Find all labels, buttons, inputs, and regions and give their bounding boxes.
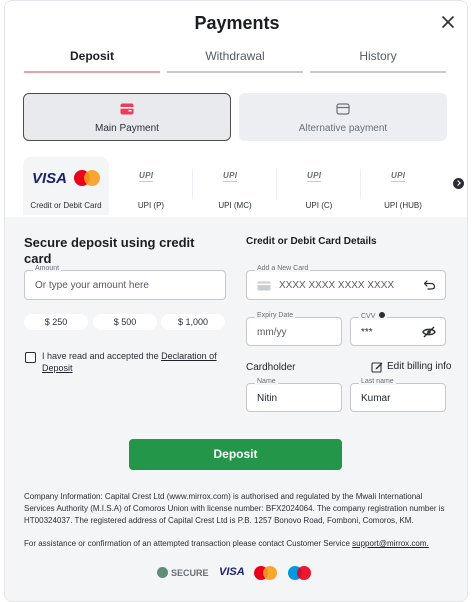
card-option-upi-c[interactable]: UPI UPI (C): [277, 157, 361, 215]
alternative-payment-label: Alternative payment: [298, 123, 388, 134]
cvv-label-wrap: CVV: [359, 312, 388, 320]
tab-underline: [167, 71, 303, 73]
tab-history-label: History: [359, 49, 397, 63]
last-name-field[interactable]: Last name Kumar: [350, 378, 446, 412]
expiry-date-placeholder: mm/yy: [257, 327, 287, 338]
deposit-button[interactable]: Deposit: [129, 439, 342, 470]
consent-checkbox[interactable]: [25, 352, 36, 363]
cvv-field[interactable]: CVV ***: [350, 312, 446, 346]
visa-logo: VISA: [219, 566, 245, 578]
card-option-upi-mc[interactable]: UPI UPI (MC): [193, 157, 277, 215]
amount-label: Amount: [33, 265, 62, 272]
undo-icon[interactable]: [423, 279, 436, 291]
tab-underline: [310, 71, 446, 73]
shield-icon: [157, 567, 168, 578]
amount-chip-1000[interactable]: $ 1,000: [161, 314, 225, 330]
upi-logo: UPI: [307, 171, 322, 182]
card-details-title: Credit or Debit Card Details: [246, 236, 377, 247]
page-title: Payments: [194, 13, 280, 33]
amount-placeholder: Or type your amount here: [35, 280, 149, 291]
company-info: Company Information: Capital Crest Ltd (…: [24, 492, 445, 525]
upi-logo: UPI: [139, 171, 154, 182]
support-info: For assistance or confirmation of an att…: [24, 538, 454, 550]
mastercard-icon: [74, 170, 100, 186]
amount-chip-500[interactable]: $ 500: [93, 314, 157, 330]
payment-method-selector: Main Payment Alternative payment: [5, 77, 467, 153]
card-number-placeholder: XXXX XXXX XXXX XXXX: [279, 280, 395, 291]
consent-text: I have read and accepted the Declaration…: [42, 350, 222, 374]
close-icon[interactable]: [439, 13, 457, 31]
upi-logo: UPI: [391, 171, 406, 182]
tab-underline: [24, 71, 160, 73]
cardholder-label: Cardholder: [246, 362, 296, 373]
card-option-upi-p[interactable]: UPI UPI (P): [109, 157, 193, 215]
secure-badge: SECURE: [157, 567, 209, 578]
tab-bar: Deposit Withdrawal History: [5, 43, 467, 77]
edit-billing-label: Edit billing info: [387, 361, 452, 372]
last-name-value: Kumar: [361, 393, 391, 404]
credit-card-icon: [257, 281, 271, 291]
card-option-label: UPI (HUB): [384, 201, 422, 210]
cvv-label: CVV: [361, 313, 376, 320]
visa-logo: VISA: [32, 170, 68, 187]
card-option-label: UPI (P): [137, 201, 165, 210]
carousel-next-icon[interactable]: [453, 178, 464, 189]
payments-modal: Payments Deposit Withdrawal History Main…: [4, 0, 468, 602]
deposit-section-title: Secure deposit using credit card: [24, 235, 195, 266]
info-icon[interactable]: [379, 312, 386, 318]
amount-field[interactable]: Amount Or type your amount here: [24, 265, 226, 300]
tab-deposit[interactable]: Deposit: [24, 49, 160, 73]
alternative-payment-button[interactable]: Alternative payment: [239, 93, 447, 141]
cvv-value: ***: [361, 327, 373, 338]
tab-withdrawal[interactable]: Withdrawal: [167, 49, 303, 73]
tab-history[interactable]: History: [310, 49, 446, 73]
card-number-label: Add a New Card: [255, 265, 311, 272]
first-name-label: Name: [255, 378, 278, 385]
amount-chip-250[interactable]: $ 250: [24, 314, 88, 330]
edit-icon: [371, 362, 383, 373]
expiry-date-field[interactable]: Expiry Date mm/yy: [246, 312, 342, 346]
card-option-label: Credit or Debit Card: [30, 201, 102, 210]
main-payment-button[interactable]: Main Payment: [23, 93, 231, 141]
card-number-field[interactable]: Add a New Card XXXX XXXX XXXX XXXX: [246, 265, 446, 300]
last-name-label: Last name: [359, 378, 396, 385]
first-name-value: Nitin: [257, 393, 278, 404]
support-email-link[interactable]: support@mirrox.com.: [352, 539, 429, 548]
eye-off-icon[interactable]: [422, 326, 436, 338]
tab-deposit-label: Deposit: [69, 49, 114, 63]
wallet-icon: [120, 103, 134, 115]
card-type-carousel: VISA Credit or Debit Card UPI UPI (P) UP…: [5, 153, 467, 217]
wallet-icon: [336, 103, 350, 115]
main-payment-label: Main Payment: [95, 123, 159, 134]
consent-prefix: I have read and accepted the: [42, 351, 162, 361]
card-option-upi-hub[interactable]: UPI UPI (HUB): [361, 157, 445, 215]
upi-logo: UPI: [223, 171, 238, 182]
card-option-label: UPI (MC): [218, 201, 252, 210]
first-name-field[interactable]: Name Nitin: [246, 378, 342, 412]
expiry-date-label: Expiry Date: [255, 312, 296, 319]
mastercard-icon: [254, 566, 277, 580]
support-text: For assistance or confirmation of an att…: [24, 539, 353, 548]
tab-withdrawal-label: Withdrawal: [205, 49, 265, 63]
secure-label: SECURE: [171, 568, 209, 578]
card-option-credit-debit[interactable]: VISA Credit or Debit Card: [23, 157, 109, 215]
maestro-icon: [288, 566, 311, 580]
card-option-label: UPI (C): [305, 201, 333, 210]
modal-header: Payments: [5, 1, 467, 43]
trust-badges: SECURE VISA: [155, 563, 325, 585]
